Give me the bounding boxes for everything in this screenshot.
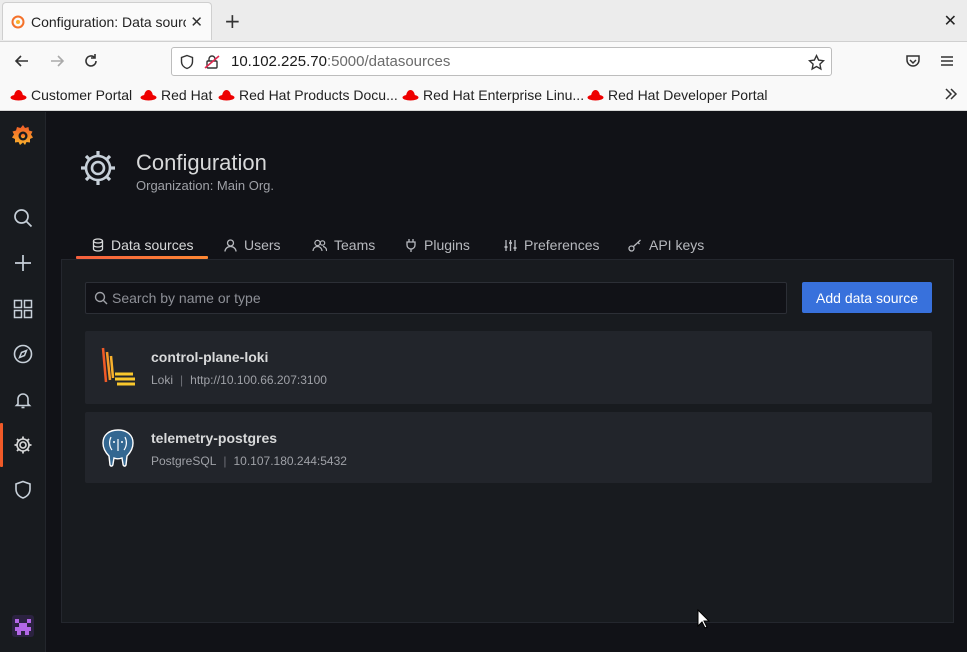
- insecure-lock-icon[interactable]: [204, 54, 220, 70]
- plus-icon: [15, 255, 31, 271]
- side-menu-active-indicator: [0, 423, 3, 467]
- bookmarks-toolbar: Customer Portal Red Hat Red Hat Products…: [0, 80, 967, 111]
- app-menu-button[interactable]: [937, 51, 957, 71]
- tab-preferences[interactable]: Preferences: [504, 230, 599, 260]
- gear-icon: [14, 436, 32, 454]
- explore-nav-button[interactable]: [12, 343, 34, 365]
- redhat-hat-icon: [140, 90, 157, 101]
- grafana-logo-icon: [12, 125, 33, 145]
- pocket-button[interactable]: [903, 51, 923, 71]
- shield-icon: [15, 480, 31, 499]
- browser-tab[interactable]: Configuration: Data sources ✕: [2, 2, 212, 40]
- datasource-url: 10.107.180.244:5432: [233, 454, 347, 468]
- arrow-left-icon: [14, 55, 28, 67]
- grafana-logo-button[interactable]: [10, 123, 36, 149]
- datasource-separator: |: [223, 454, 227, 468]
- create-nav-button[interactable]: [12, 252, 34, 274]
- side-menu: [0, 112, 46, 652]
- tab-teams[interactable]: Teams: [312, 230, 375, 260]
- search-icon: [14, 209, 33, 228]
- tab-api-keys[interactable]: API keys: [628, 230, 704, 260]
- datasource-meta: Loki | http://10.100.66.207:3100: [151, 373, 327, 387]
- datasources-panel: Add data source control-plane-loki Loki |…: [61, 259, 954, 623]
- arrow-right-icon: [51, 55, 65, 67]
- dashboards-nav-button[interactable]: [12, 298, 34, 320]
- bell-icon: [14, 393, 32, 409]
- search-icon: [94, 291, 108, 305]
- address-bar[interactable]: 10.102.225.70:5000/datasources: [171, 47, 832, 76]
- browser-tab-title: Configuration: Data sources: [31, 13, 187, 30]
- datasource-name: control-plane-loki: [151, 349, 269, 365]
- sliders-icon: [504, 239, 517, 251]
- page-title: Configuration: [136, 150, 267, 175]
- bookmark-red-hat-products-docs[interactable]: Red Hat Products Docu...: [218, 87, 398, 103]
- close-tab-icon[interactable]: ✕: [190, 13, 203, 31]
- bookmark-star-icon[interactable]: [808, 54, 825, 71]
- avatar-icon: [12, 615, 34, 637]
- key-icon: [628, 239, 641, 252]
- browser-nav-bar: 10.102.225.70:5000/datasources: [0, 42, 967, 80]
- loki-logo-icon: [101, 347, 135, 386]
- compass-icon: [13, 344, 33, 364]
- gear-icon: [81, 151, 115, 185]
- reload-icon: [85, 54, 97, 67]
- search-input[interactable]: [112, 283, 772, 313]
- redhat-hat-icon: [587, 90, 604, 101]
- search-box: [85, 282, 787, 314]
- server-admin-nav-button[interactable]: [12, 479, 34, 501]
- tab-plugins[interactable]: Plugins: [405, 230, 470, 260]
- reload-button[interactable]: [81, 51, 101, 71]
- grafana-favicon-icon: [11, 15, 25, 28]
- dashboards-grid-icon: [13, 299, 33, 319]
- forward-button[interactable]: [47, 51, 67, 71]
- plug-icon: [406, 239, 416, 252]
- user-profile-button[interactable]: [12, 615, 34, 637]
- bookmarks-overflow-button[interactable]: [943, 86, 959, 106]
- bookmark-customer-portal[interactable]: Customer Portal: [10, 87, 132, 103]
- alerting-nav-button[interactable]: [12, 389, 34, 411]
- datasource-separator: |: [180, 373, 184, 387]
- tab-users[interactable]: Users: [224, 230, 281, 260]
- search-nav-button[interactable]: [12, 207, 34, 229]
- redhat-hat-icon: [218, 90, 235, 101]
- url-text: 10.102.225.70:5000/datasources: [231, 53, 450, 70]
- page-subtitle: Organization: Main Org.: [136, 178, 275, 193]
- datasource-name: telemetry-postgres: [151, 430, 278, 446]
- postgres-logo-icon: [102, 429, 134, 467]
- grafana-app: Configuration Organization: Main Org. Da…: [0, 112, 967, 652]
- datasource-type: Loki: [151, 373, 174, 387]
- window-close-button[interactable]: ✕: [944, 11, 957, 30]
- new-tab-button[interactable]: +: [224, 9, 241, 33]
- url-host: 10.102.225.70: [231, 53, 327, 70]
- mouse-cursor-icon: [697, 609, 711, 629]
- pocket-icon: [906, 55, 920, 67]
- datasource-card-loki[interactable]: control-plane-loki Loki | http://10.100.66…: [85, 331, 932, 404]
- redhat-hat-icon: [10, 90, 27, 101]
- redhat-hat-icon: [402, 90, 419, 101]
- datasource-url: http://10.100.66.207:3100: [190, 373, 327, 387]
- datasource-type: PostgreSQL: [151, 454, 217, 468]
- hamburger-menu-icon: [941, 56, 953, 66]
- bookmark-red-hat[interactable]: Red Hat: [140, 87, 212, 103]
- add-data-source-button[interactable]: Add data source: [802, 282, 932, 313]
- user-icon: [224, 238, 237, 252]
- bookmark-red-hat-developer-portal[interactable]: Red Hat Developer Portal: [587, 87, 768, 103]
- double-chevron-right-icon: [945, 88, 958, 100]
- back-button[interactable]: [12, 51, 32, 71]
- users-icon: [312, 239, 327, 251]
- configuration-nav-button[interactable]: [12, 434, 34, 456]
- browser-tab-bar: Configuration: Data sources ✕ + ✕: [0, 0, 967, 42]
- database-icon: [92, 238, 104, 252]
- url-path: :5000/datasources: [326, 53, 451, 70]
- datasource-meta: PostgreSQL | 10.107.180.244:5432: [151, 454, 347, 468]
- shield-icon: [180, 54, 194, 70]
- datasource-card-postgres[interactable]: telemetry-postgres PostgreSQL | 10.107.180…: [85, 412, 932, 483]
- bookmark-red-hat-enterprise-linux[interactable]: Red Hat Enterprise Linu...: [402, 87, 584, 103]
